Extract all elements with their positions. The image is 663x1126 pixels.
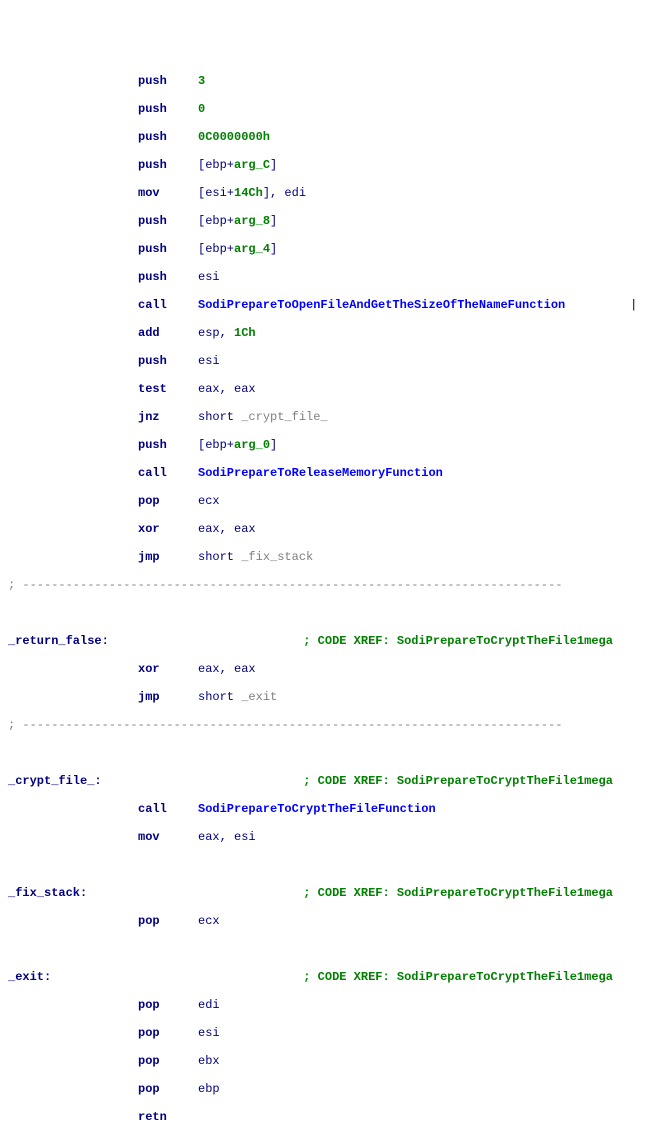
label-ref: _crypt_file_ bbox=[241, 410, 327, 424]
asm-line: xoreax, eax bbox=[8, 522, 663, 536]
asm-line: popebp bbox=[8, 1082, 663, 1096]
asm-line: popesi bbox=[8, 1026, 663, 1040]
asm-line: addesp, 1Ch bbox=[8, 326, 663, 340]
asm-line: push0C0000000h bbox=[8, 130, 663, 144]
asm-line[interactable]: callSodiPrepareToCryptTheFileFunction bbox=[8, 802, 663, 816]
asm-line: popedi bbox=[8, 998, 663, 1012]
disassembly-listing: push3 push0 push0C0000000h push[ebp+arg_… bbox=[8, 60, 663, 1126]
asm-line: mov[esi+14Ch], edi bbox=[8, 186, 663, 200]
asm-line: popebx bbox=[8, 1054, 663, 1068]
function-ref: SodiPrepareToCryptTheFileFunction bbox=[198, 802, 436, 816]
asm-line[interactable]: jmpshort _exit bbox=[8, 690, 663, 704]
blank-line bbox=[8, 746, 663, 760]
asm-line: push[ebp+arg_8] bbox=[8, 214, 663, 228]
asm-line: push3 bbox=[8, 74, 663, 88]
blank-line bbox=[8, 942, 663, 956]
asm-line: push[ebp+arg_C] bbox=[8, 158, 663, 172]
cursor-icon: | bbox=[630, 298, 637, 312]
label-line[interactable]: _exit: ; CODE XREF: SodiPrepareToCryptTh… bbox=[8, 970, 663, 984]
label-line[interactable]: _crypt_file_: ; CODE XREF: SodiPrepareTo… bbox=[8, 774, 663, 788]
code-xref: ; CODE XREF: SodiPrepareToCryptTheFile1m… bbox=[303, 774, 613, 788]
label-ref: _exit bbox=[241, 690, 277, 704]
asm-line[interactable]: callSodiPrepareToReleaseMemoryFunction bbox=[8, 466, 663, 480]
code-xref: ; CODE XREF: SodiPrepareToCryptTheFile1m… bbox=[303, 970, 613, 984]
asm-line: pushesi bbox=[8, 270, 663, 284]
blank-line bbox=[8, 606, 663, 620]
separator: ; --------------------------------------… bbox=[8, 718, 663, 732]
label-ref: _fix_stack bbox=[241, 550, 313, 564]
code-xref: ; CODE XREF: SodiPrepareToCryptTheFile1m… bbox=[303, 886, 613, 900]
asm-line: popecx bbox=[8, 914, 663, 928]
label-line[interactable]: _fix_stack: ; CODE XREF: SodiPrepareToCr… bbox=[8, 886, 663, 900]
code-xref: ; CODE XREF: SodiPrepareToCryptTheFile1m… bbox=[303, 634, 613, 648]
asm-line: xoreax, eax bbox=[8, 662, 663, 676]
asm-line: push0 bbox=[8, 102, 663, 116]
asm-line[interactable]: callSodiPrepareToOpenFileAndGetTheSizeOf… bbox=[8, 298, 663, 312]
asm-line: testeax, eax bbox=[8, 382, 663, 396]
asm-line: push[ebp+arg_4] bbox=[8, 242, 663, 256]
blank-line bbox=[8, 858, 663, 872]
asm-line[interactable]: jnzshort _crypt_file_ bbox=[8, 410, 663, 424]
asm-line: moveax, esi bbox=[8, 830, 663, 844]
asm-line: retn bbox=[8, 1110, 663, 1124]
label-line[interactable]: _return_false: ; CODE XREF: SodiPrepareT… bbox=[8, 634, 663, 648]
function-ref: SodiPrepareToReleaseMemoryFunction bbox=[198, 466, 443, 480]
separator: ; --------------------------------------… bbox=[8, 578, 663, 592]
function-ref: SodiPrepareToOpenFileAndGetTheSizeOfTheN… bbox=[198, 298, 565, 312]
asm-line: pushesi bbox=[8, 354, 663, 368]
asm-line[interactable]: jmpshort _fix_stack bbox=[8, 550, 663, 564]
asm-line: push[ebp+arg_0] bbox=[8, 438, 663, 452]
asm-line: popecx bbox=[8, 494, 663, 508]
